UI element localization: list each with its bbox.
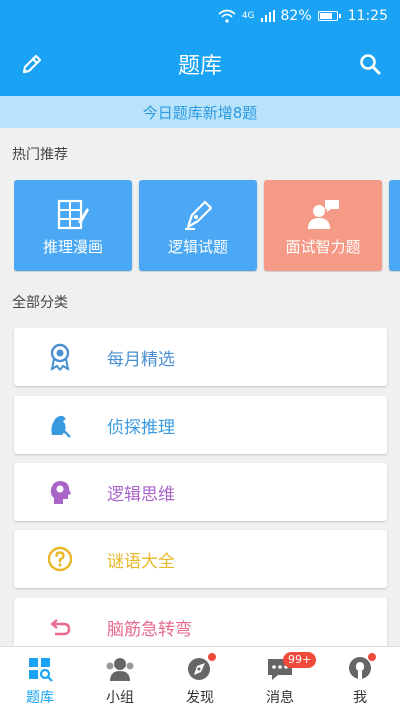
edit-button[interactable]	[14, 46, 50, 82]
tab-me[interactable]: 我	[320, 647, 400, 710]
profile-icon	[345, 652, 377, 684]
category-label: 逻辑思维	[107, 484, 175, 505]
message-icon: 99+	[265, 652, 317, 684]
category-label: 每月精选	[107, 349, 175, 370]
tab-label: 发现	[186, 690, 214, 706]
category-label: 侦探推理	[107, 417, 175, 438]
tab-messages[interactable]: 99+ 消息	[240, 647, 320, 710]
category-label: 谜语大全	[107, 551, 175, 572]
battery-percent: 82%	[280, 8, 312, 24]
detective-icon	[46, 411, 74, 439]
question-bank-icon	[25, 654, 55, 684]
group-icon	[105, 654, 135, 684]
tab-label: 题库	[26, 690, 54, 706]
hot-card-logic[interactable]: 逻辑试题	[139, 180, 257, 271]
message-count-badge: 99+	[283, 652, 317, 668]
tab-label: 小组	[106, 690, 134, 706]
category-monthly-picks[interactable]: 每月精选	[14, 328, 387, 386]
tab-label: 我	[353, 690, 367, 706]
search-button[interactable]	[352, 46, 388, 82]
status-time: 11:25	[347, 8, 388, 24]
hot-card-interview[interactable]: 面试智力题	[264, 180, 382, 271]
category-riddles[interactable]: 谜语大全	[14, 530, 387, 588]
turn-back-icon	[46, 613, 74, 641]
brain-head-icon	[46, 478, 74, 506]
category-detective[interactable]: 侦探推理	[14, 396, 387, 454]
battery-icon	[317, 11, 341, 21]
hot-card-comic[interactable]: 推理漫画	[14, 180, 132, 271]
new-questions-banner[interactable]: 今日题库新增8题	[0, 96, 400, 128]
hot-card-label: 面试智力题	[285, 238, 361, 256]
tab-question-bank[interactable]: 题库	[0, 647, 80, 710]
app-bar: 题库	[0, 32, 400, 96]
pencil-icon	[22, 54, 42, 74]
category-label: 脑筋急转弯	[107, 619, 192, 640]
comic-book-icon	[56, 198, 90, 236]
hot-cards-row: 推理漫画 逻辑试题 面试智力题	[14, 180, 400, 272]
discover-dot	[207, 652, 217, 662]
tab-group[interactable]: 小组	[80, 647, 160, 710]
search-icon	[360, 54, 381, 75]
tab-discover[interactable]: 发现	[160, 647, 240, 710]
wifi-icon	[218, 9, 236, 23]
profile-dot	[367, 652, 377, 662]
hot-card-partial[interactable]	[389, 180, 400, 271]
discover-compass-icon	[185, 652, 217, 684]
signal-icon	[260, 10, 275, 22]
status-bar: 4G 82% 11:25	[0, 0, 400, 32]
all-section-label: 全部分类	[12, 295, 68, 311]
pen-nib-icon	[181, 198, 215, 236]
hot-card-label: 逻辑试题	[167, 238, 228, 256]
tab-label: 消息	[266, 690, 294, 706]
question-bubble-icon	[46, 545, 74, 573]
category-logic-thinking[interactable]: 逻辑思维	[14, 463, 387, 521]
network-type: 4G	[241, 11, 255, 21]
award-ribbon-icon	[46, 343, 74, 371]
interview-person-icon	[305, 198, 341, 236]
hot-section-label: 热门推荐	[12, 147, 68, 163]
page-title: 题库	[177, 54, 222, 79]
bottom-tab-bar: 题库 小组 发现 99+ 消息 我	[0, 646, 400, 710]
hot-card-label: 推理漫画	[42, 238, 103, 256]
